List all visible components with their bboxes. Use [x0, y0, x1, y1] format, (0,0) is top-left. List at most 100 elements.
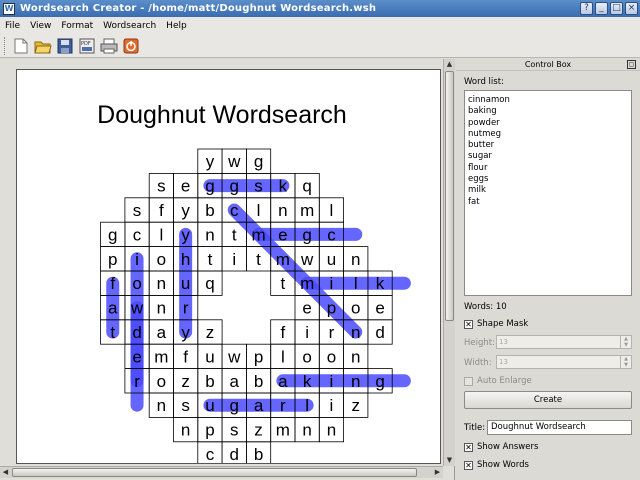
grid-letter: t	[208, 250, 213, 269]
undock-icon[interactable]: ▢	[627, 60, 636, 69]
width-spinbox[interactable]: 13 ▲ ▼	[496, 355, 632, 369]
grid-letter: g	[302, 225, 311, 244]
grid-letter: g	[254, 152, 263, 171]
vertical-scrollbar[interactable]: ▲ ▼	[443, 59, 455, 466]
show-answers-label: Show Answers	[477, 442, 539, 452]
grid-cell: s	[148, 173, 174, 199]
window-title-bar[interactable]: W Wordsearch Creator - /home/matt/Doughn…	[0, 0, 640, 17]
grid-letter: g	[230, 396, 239, 415]
grid-letter: m	[251, 225, 265, 244]
quit-icon[interactable]	[121, 36, 141, 56]
grid-cell: y	[173, 319, 199, 345]
grid-letter: l	[257, 201, 261, 220]
grid-letter: n	[278, 201, 287, 220]
menu-file[interactable]: File	[0, 21, 25, 31]
toolbar-grip[interactable]	[4, 36, 7, 55]
grid-cell: d	[124, 319, 150, 345]
scroll-right-icon[interactable]: ▶	[432, 467, 443, 478]
grid-letter: i	[330, 372, 334, 391]
horizontal-scrollbar[interactable]: ◀ ▶	[0, 466, 443, 478]
close-icon[interactable]: ×	[625, 2, 638, 15]
grid-letter: i	[305, 323, 309, 342]
scroll-up-icon[interactable]: ▲	[444, 59, 455, 70]
print-icon[interactable]	[99, 36, 119, 56]
auto-enlarge-option[interactable]: Auto Enlarge	[464, 376, 532, 386]
word-list-item: butter	[468, 140, 495, 151]
new-document-icon[interactable]	[11, 36, 31, 56]
show-answers-option[interactable]: ✕ Show Answers	[464, 442, 538, 452]
grid-letter: a	[230, 372, 240, 391]
title-label: Title:	[464, 423, 486, 433]
grid-cell: g	[100, 221, 126, 247]
height-spinbox[interactable]: 13 ▲ ▼	[496, 335, 632, 349]
grid-letter: m	[300, 201, 314, 220]
auto-enlarge-checkbox[interactable]	[464, 376, 473, 386]
scroll-left-icon[interactable]: ◀	[0, 467, 11, 478]
show-words-checkbox[interactable]: ✕	[464, 460, 473, 470]
menu-view[interactable]: View	[25, 21, 56, 31]
grid-letter: g	[230, 177, 239, 196]
grid-letter: y	[181, 201, 190, 220]
word-list-editor[interactable]: cinnamon baking powder nutmeg butter sugar flo…	[464, 90, 632, 296]
grid-letter: n	[351, 323, 360, 342]
help-window-icon[interactable]: ?	[580, 2, 593, 15]
app-icon[interactable]: W	[3, 2, 15, 15]
save-icon[interactable]	[55, 36, 75, 56]
maximize-icon[interactable]: □	[610, 2, 623, 15]
grid-letter: z	[254, 421, 262, 440]
grid-letter: r	[134, 372, 140, 391]
grid-letter: n	[157, 274, 166, 293]
create-button[interactable]: Create	[464, 391, 632, 409]
menu-bar: File View Format Wordsearch Help	[0, 17, 640, 34]
show-words-label: Show Words	[477, 460, 529, 470]
grid-cell: f	[148, 197, 174, 223]
grid-letter: d	[132, 323, 141, 342]
title-input[interactable]: Doughnut Wordsearch	[487, 420, 632, 435]
grid-cell: a	[148, 319, 174, 345]
grid-cell: s	[173, 392, 199, 418]
height-spin-buttons[interactable]: ▲ ▼	[620, 336, 631, 348]
minimize-icon[interactable]: _	[595, 2, 608, 15]
menu-help[interactable]: Help	[161, 21, 192, 31]
shape-mask-option[interactable]: ✕ Shape Mask	[464, 319, 528, 329]
grid-cell: p	[197, 416, 223, 443]
canvas-area[interactable]: ywgseggskqsfybclnmlgclyntmegcpiohtitmwun…	[0, 59, 455, 480]
grid-letter: p	[327, 299, 336, 318]
open-folder-icon[interactable]	[33, 36, 53, 56]
grid-cell: c	[197, 441, 223, 463]
grid-letter: t	[232, 225, 237, 244]
grid-cell: z	[245, 416, 272, 443]
word-list-item: baking	[468, 106, 497, 117]
show-words-option[interactable]: ✕ Show Words	[464, 460, 529, 470]
menu-wordsearch[interactable]: Wordsearch	[98, 21, 161, 31]
grid-letter: z	[352, 396, 361, 415]
grid-letter: w	[227, 347, 241, 366]
control-box-header[interactable]: Control Box ▢	[456, 59, 640, 71]
horizontal-scroll-thumb[interactable]	[12, 468, 417, 477]
grid-letter: r	[183, 299, 189, 318]
grid-cell: n	[294, 416, 320, 443]
grid-cell: n	[173, 416, 199, 443]
grid-letter: n	[181, 421, 190, 440]
scroll-down-icon[interactable]: ▼	[444, 455, 455, 466]
grid-cell: n	[148, 294, 174, 321]
grid-cell: l	[148, 221, 174, 247]
width-spin-buttons[interactable]: ▲ ▼	[620, 356, 631, 368]
vertical-scroll-thumb[interactable]	[445, 71, 454, 321]
wordsearch-canvas[interactable]: y w gs e g g s k qs f y b c l n m lg c l y n t m e g cp i o h t i t m w u n…	[17, 70, 441, 464]
grid-letter: q	[302, 177, 311, 196]
menu-format[interactable]: Format	[56, 21, 98, 31]
grid-letter: b	[254, 372, 263, 391]
height-value: 13	[499, 338, 508, 346]
grid-letter: e	[302, 299, 311, 318]
grid-cell: p	[100, 246, 126, 272]
grid-letter: h	[181, 250, 190, 269]
shape-mask-checkbox[interactable]: ✕	[464, 319, 473, 329]
puzzle-page[interactable]: ywgseggskqsfybclnmlgclyntmegcpiohtitmwun…	[16, 69, 441, 464]
grid-letter: b	[205, 372, 214, 391]
export-pdf-icon[interactable]: PDF	[77, 36, 97, 56]
words-count: Words: 10	[464, 302, 507, 312]
grid-cell: f	[173, 343, 199, 370]
grid-letter: n	[205, 225, 214, 244]
show-answers-checkbox[interactable]: ✕	[464, 442, 473, 452]
